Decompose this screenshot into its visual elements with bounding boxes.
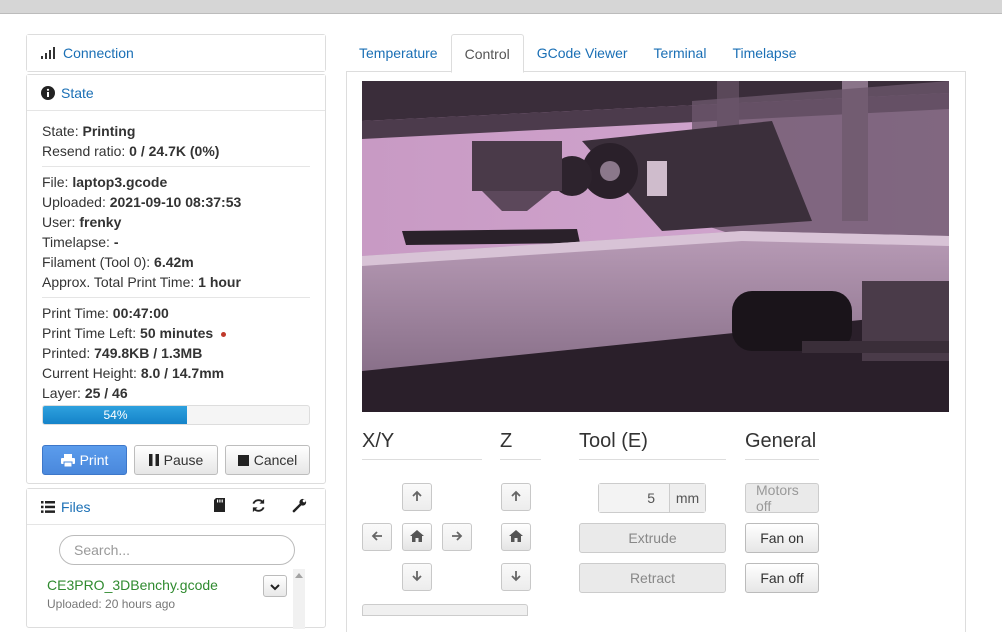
motors-off-button[interactable]: Motors off (745, 482, 819, 514)
user-line: User: frenky (42, 214, 122, 230)
home-z-button[interactable] (501, 523, 531, 551)
file-line: File: laptop3.gcode (42, 174, 168, 190)
tab-control[interactable]: Control (450, 34, 524, 73)
file-list-scrollbar[interactable] (293, 569, 305, 629)
jog-x-plus-button[interactable] (442, 523, 472, 551)
printed-line: Printed: 749.8KB / 1.3MB (42, 345, 203, 361)
webcam-stream (362, 81, 949, 412)
state-body: State: Printing Resend ratio: 0 / 24.7K … (27, 111, 325, 425)
home-icon (509, 529, 523, 545)
jog-z-plus-button[interactable] (501, 483, 531, 511)
jog-y-plus-button[interactable] (402, 483, 432, 511)
fan-on-button[interactable]: Fan on (745, 523, 819, 553)
state-line: State: Printing (42, 123, 136, 139)
retract-button[interactable]: Retract (579, 563, 726, 593)
signal-icon (41, 47, 57, 59)
general-title: General (745, 430, 819, 460)
fan-off-button[interactable]: Fan off (745, 563, 819, 593)
progress-text: 54% (103, 408, 128, 422)
jog-z-minus-button[interactable] (501, 563, 531, 591)
main-tabs: Temperature Control GCode Viewer Termina… (346, 34, 966, 73)
chevron-down-icon (270, 578, 280, 594)
state-label[interactable]: State (61, 85, 94, 101)
file-menu-button[interactable] (263, 575, 287, 597)
home-icon (410, 529, 424, 545)
tab-timelapse[interactable]: Timelapse (719, 34, 809, 72)
tab-terminal[interactable]: Terminal (641, 34, 720, 72)
progress-bar: 54% (42, 405, 310, 425)
arrow-up-icon (411, 489, 423, 505)
approx-time-line: Approx. Total Print Time: 1 hour (42, 274, 241, 290)
divider (42, 297, 310, 298)
info-icon (41, 85, 55, 100)
file-item-name[interactable]: CE3PRO_3DBenchy.gcode (47, 577, 218, 593)
filament-line: Filament (Tool 0): 6.42m (42, 254, 194, 270)
state-header[interactable]: State (27, 75, 325, 111)
tab-temperature[interactable]: Temperature (346, 34, 451, 72)
wrench-icon[interactable] (292, 498, 307, 516)
arrow-up-icon (510, 489, 522, 505)
connection-panel: Connection (26, 34, 326, 72)
arrow-down-icon (510, 569, 522, 585)
refresh-icon[interactable] (251, 498, 266, 516)
arrow-left-icon (371, 529, 383, 545)
connection-label[interactable]: Connection (63, 45, 134, 61)
files-panel: Files Search... CE3PRO_3DBenchy.gcode Up… (26, 488, 326, 629)
layer-line: Layer: 25 / 46 (42, 385, 128, 401)
tool-title: Tool (E) (579, 430, 726, 460)
jog-y-minus-button[interactable] (402, 563, 432, 591)
file-search-input[interactable]: Search... (59, 535, 295, 565)
sd-card-icon[interactable] (214, 498, 225, 515)
time-left-line: Print Time Left: 50 minutes (42, 323, 310, 343)
job-buttons: Print Pause Cancel (42, 445, 310, 475)
tab-gcode-viewer[interactable]: GCode Viewer (524, 34, 641, 72)
resend-line: Resend ratio: 0 / 24.7K (0%) (42, 143, 220, 159)
arrow-right-icon (451, 529, 463, 545)
files-label[interactable]: Files (61, 499, 91, 515)
pause-button[interactable]: Pause (134, 445, 218, 475)
list-icon (41, 500, 55, 513)
print-time-line: Print Time: 00:47:00 (42, 305, 169, 321)
jog-distance-buttons[interactable] (362, 604, 528, 616)
divider (42, 166, 310, 167)
extrude-unit: mm (669, 484, 705, 512)
extrude-button[interactable]: Extrude (579, 523, 726, 553)
print-button[interactable]: Print (42, 445, 127, 475)
extrude-amount-input[interactable]: 5 mm (598, 483, 706, 513)
timelapse-line: Timelapse: - (42, 234, 119, 250)
state-panel: State State: Printing Resend ratio: 0 / … (26, 74, 326, 484)
z-title: Z (500, 430, 541, 460)
extrude-amount-value[interactable]: 5 (599, 484, 669, 512)
jog-x-minus-button[interactable] (362, 523, 392, 551)
pause-icon (148, 454, 159, 466)
printer-icon (60, 453, 75, 467)
connection-header[interactable]: Connection (27, 35, 325, 71)
home-xy-button[interactable] (402, 523, 432, 551)
stop-icon (237, 454, 249, 466)
arrow-down-icon (411, 569, 423, 585)
file-item-meta: Uploaded: 20 hours ago (47, 597, 176, 611)
xy-title: X/Y (362, 430, 482, 460)
files-header: Files (27, 489, 325, 525)
status-dot-icon (221, 331, 227, 337)
uploaded-line: Uploaded: 2021-09-10 08:37:53 (42, 194, 242, 210)
cancel-button[interactable]: Cancel (225, 445, 310, 475)
top-navbar (0, 0, 1002, 14)
height-line: Current Height: 8.0 / 14.7mm (42, 365, 225, 381)
